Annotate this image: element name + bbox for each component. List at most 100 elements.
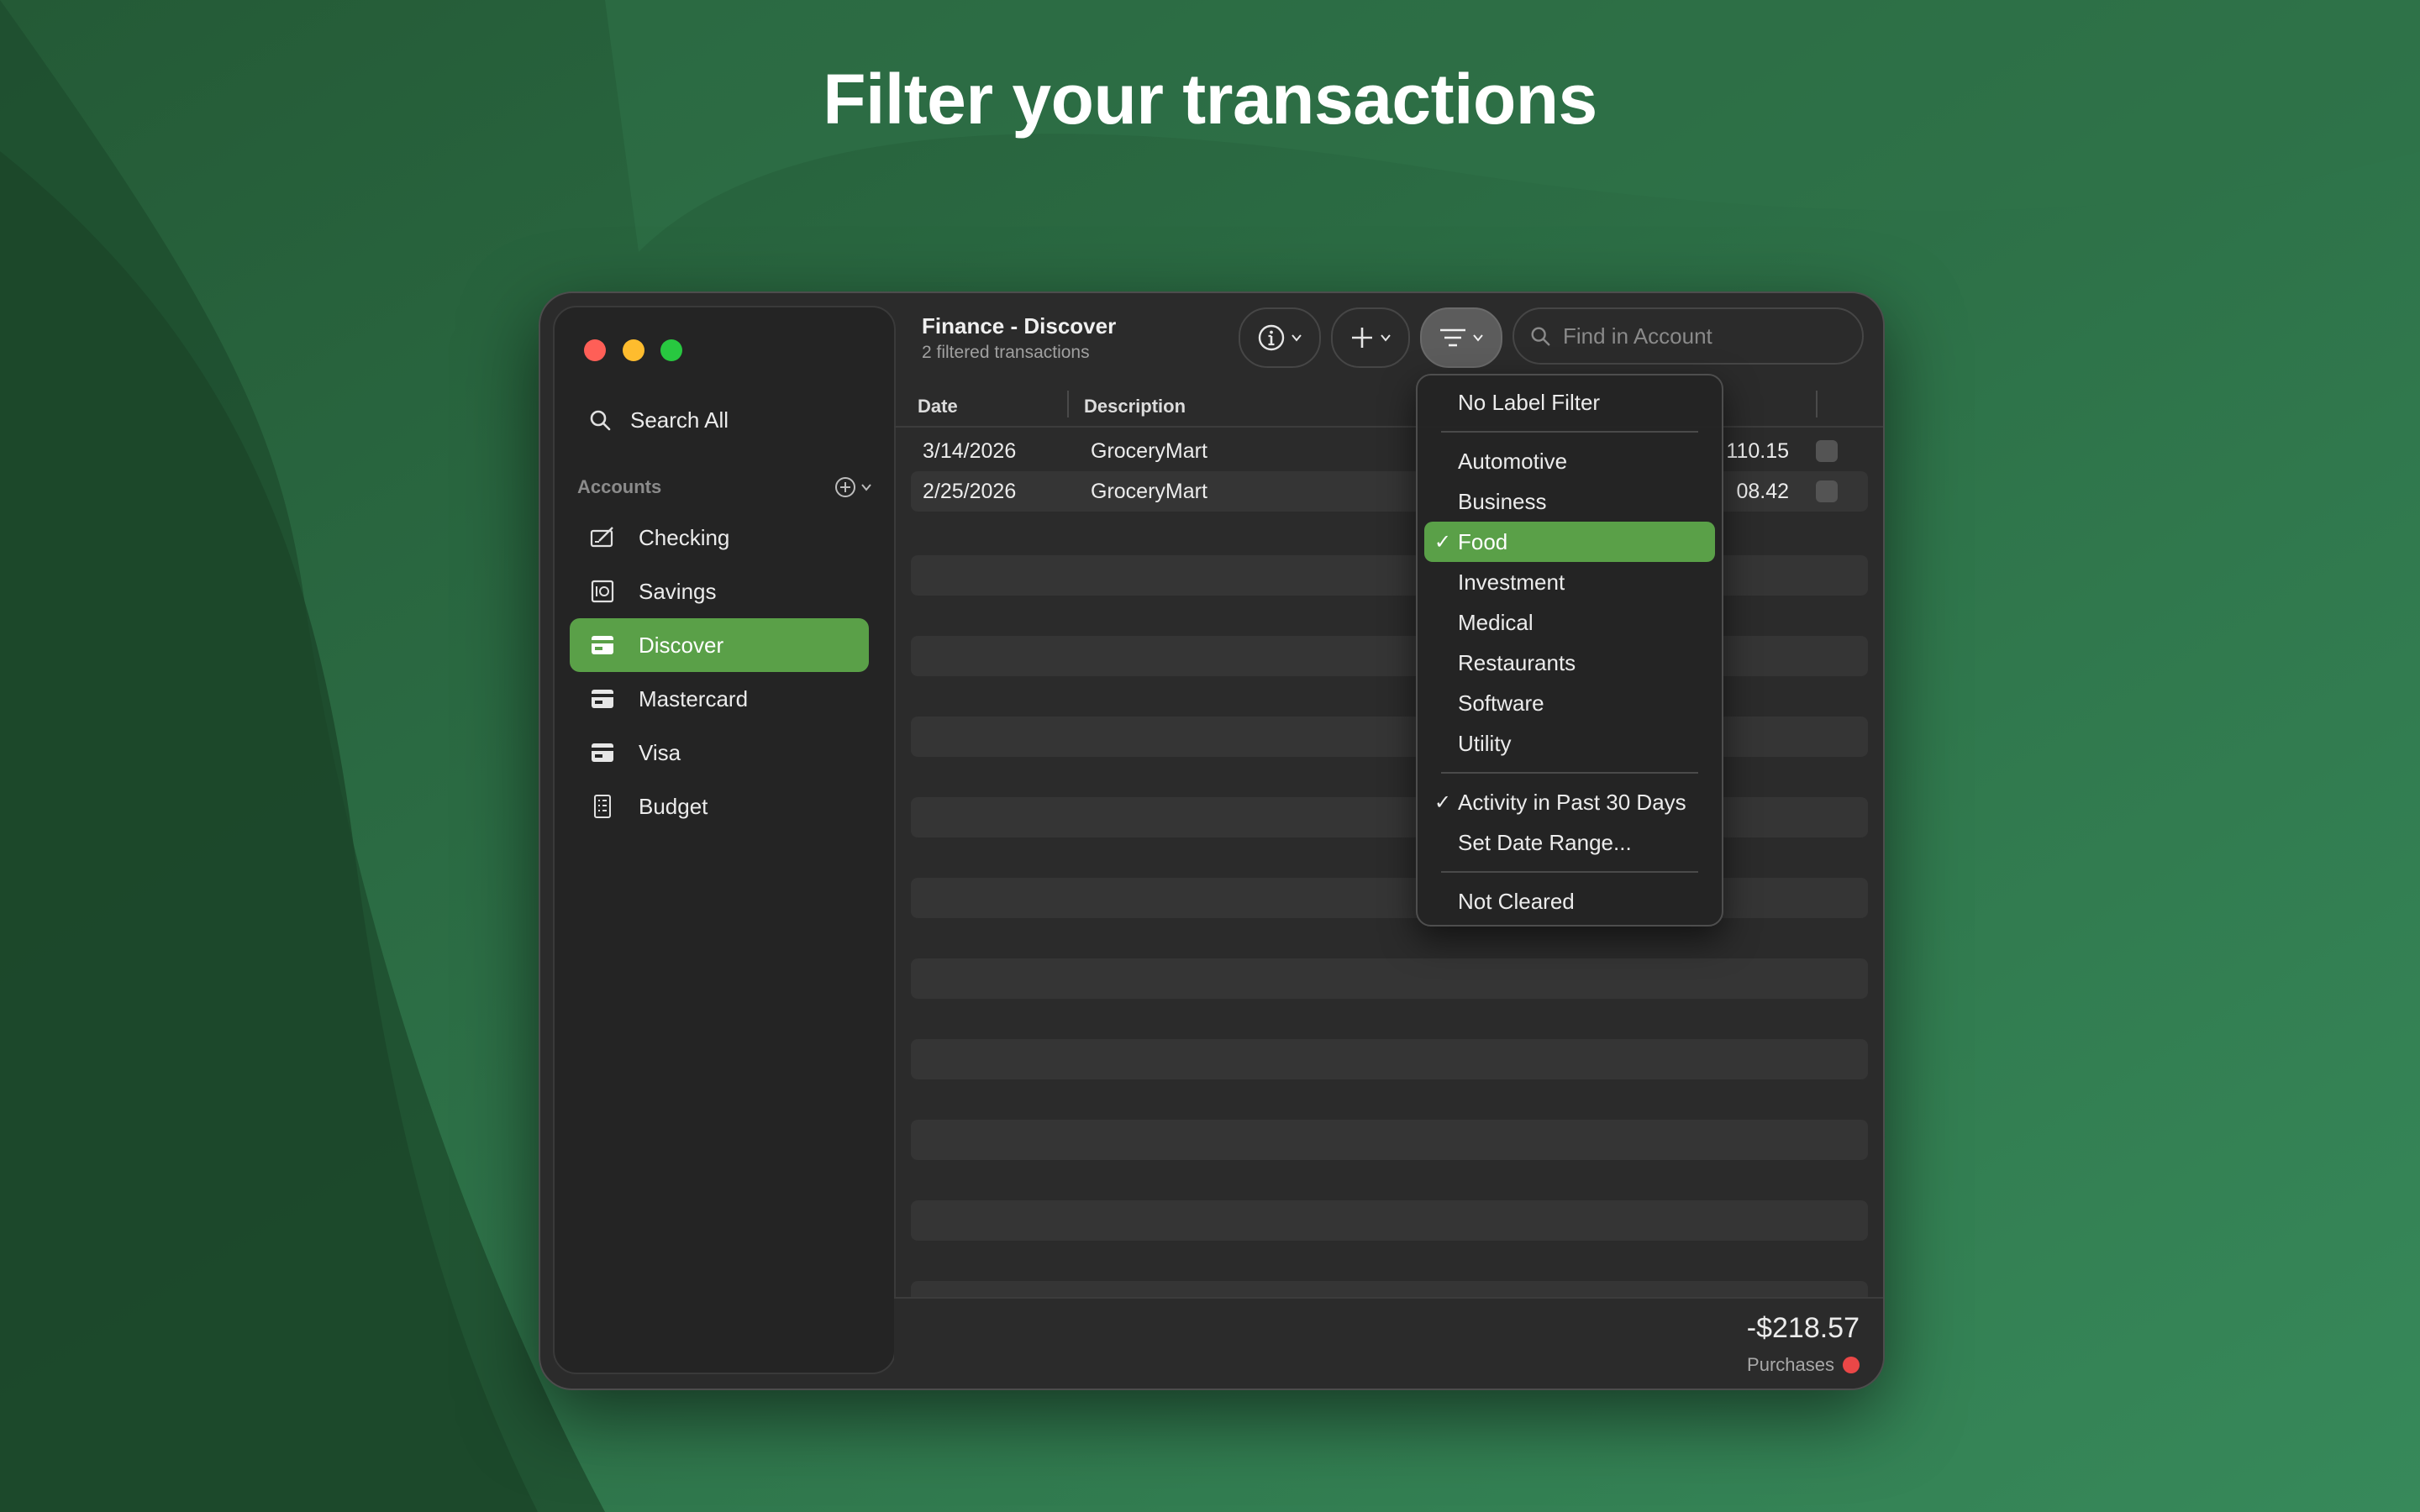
search-all-label: Search All [630, 407, 729, 433]
menu-item-activity-past-30-days[interactable]: ✓ Activity in Past 30 Days [1424, 782, 1715, 822]
menu-item-restaurants[interactable]: Restaurants [1424, 643, 1715, 683]
chevron-down-icon [1381, 334, 1391, 342]
search-icon [590, 410, 611, 431]
checkmark-icon: ✓ [1434, 790, 1451, 814]
column-header-date[interactable]: Date [918, 396, 958, 417]
sidebar-item-mastercard[interactable]: Mastercard [570, 672, 869, 726]
empty-row [911, 1200, 1868, 1241]
sidebar-item-label: Budget [639, 793, 708, 819]
menu-item-label: Automotive [1458, 448, 1568, 474]
cleared-checkbox[interactable] [1816, 440, 1838, 462]
sidebar-item-checking[interactable]: Checking [570, 511, 869, 564]
menu-item-label: Set Date Range... [1458, 829, 1632, 855]
filter-dropdown-menu: No Label Filter Automotive Business ✓ Fo… [1416, 374, 1723, 927]
menu-item-automotive[interactable]: Automotive [1424, 441, 1715, 481]
sidebar-item-budget[interactable]: Budget [570, 780, 869, 833]
sidebar-item-savings[interactable]: Savings [570, 564, 869, 618]
minimize-window-button[interactable] [623, 339, 644, 361]
menu-item-not-cleared[interactable]: Not Cleared [1424, 881, 1715, 921]
close-window-button[interactable] [584, 339, 606, 361]
account-list: Checking Savings Discover Mastercard Vis… [570, 511, 869, 833]
column-divider[interactable] [1067, 391, 1069, 417]
purchases-label: Purchases [1747, 1354, 1834, 1375]
menu-item-utility[interactable]: Utility [1424, 723, 1715, 764]
search-all-button[interactable]: Search All [588, 402, 865, 438]
menu-item-label: Food [1458, 528, 1508, 554]
menu-item-business[interactable]: Business [1424, 481, 1715, 522]
menu-item-food[interactable]: ✓ Food [1424, 522, 1715, 562]
plus-icon [1352, 328, 1372, 348]
menu-item-medical[interactable]: Medical [1424, 602, 1715, 643]
menu-item-label: Activity in Past 30 Days [1458, 789, 1686, 815]
menu-item-label: Restaurants [1458, 649, 1576, 675]
transaction-amount: 110.15 [1726, 439, 1789, 463]
add-transaction-button[interactable] [1331, 307, 1410, 368]
window-subtitle: 2 filtered transactions [922, 343, 1090, 362]
transaction-amount: 08.42 [1736, 480, 1789, 503]
transaction-description: GroceryMart [1091, 439, 1207, 463]
safe-icon [588, 577, 617, 606]
menu-item-software[interactable]: Software [1424, 683, 1715, 723]
chevron-down-icon [1473, 334, 1483, 342]
column-header-description[interactable]: Description [1084, 396, 1186, 417]
transaction-description: GroceryMart [1091, 480, 1207, 503]
table-row[interactable]: 3/14/2026 GroceryMart 110.15 [911, 431, 1868, 471]
cleared-checkbox[interactable] [1816, 480, 1838, 502]
menu-item-investment[interactable]: Investment [1424, 562, 1715, 602]
menu-item-label: Business [1458, 488, 1547, 514]
sidebar-item-label: Checking [639, 524, 730, 550]
accounts-header: Accounts [577, 470, 876, 504]
empty-row-stripes [911, 555, 1868, 1362]
info-menu-button[interactable] [1239, 307, 1321, 368]
zoom-window-button[interactable] [660, 339, 682, 361]
chevron-down-icon [861, 484, 871, 491]
table-header: Date Description [894, 386, 1883, 428]
total-amount: -$218.57 [1746, 1312, 1860, 1344]
menu-item-label: Not Cleared [1458, 888, 1575, 914]
sidebar-item-discover[interactable]: Discover [570, 618, 869, 672]
checkmark-icon: ✓ [1434, 530, 1451, 554]
total-label: Purchases [1747, 1354, 1860, 1376]
transaction-date: 2/25/2026 [923, 480, 1017, 503]
sidebar-item-visa[interactable]: Visa [570, 726, 869, 780]
empty-row [911, 555, 1868, 596]
credit-card-icon [588, 685, 617, 713]
empty-row [911, 1120, 1868, 1160]
window-title-block: Finance - Discover 2 filtered transactio… [922, 313, 1116, 363]
filter-menu-button[interactable] [1420, 307, 1502, 368]
info-icon [1258, 324, 1285, 351]
chevron-down-icon [1292, 334, 1302, 342]
transaction-list: 3/14/2026 GroceryMart 110.15 2/25/2026 G… [894, 431, 1883, 512]
search-placeholder: Find in Account [1563, 323, 1712, 349]
main-content: Finance - Discover 2 filtered transactio… [894, 293, 1883, 1389]
find-in-account-search-field[interactable]: Find in Account [1512, 307, 1864, 365]
sidebar-item-label: Savings [639, 578, 717, 604]
sidebar-item-label: Discover [639, 632, 724, 658]
menu-item-label: Investment [1458, 569, 1565, 595]
empty-row [911, 878, 1868, 918]
transaction-date: 3/14/2026 [923, 439, 1017, 463]
empty-row [911, 717, 1868, 757]
menu-item-set-date-range[interactable]: Set Date Range... [1424, 822, 1715, 863]
menu-separator [1441, 772, 1698, 774]
menu-item-label: Medical [1458, 609, 1534, 635]
add-account-button[interactable] [834, 475, 872, 499]
credit-card-icon [588, 631, 617, 659]
menu-item-label: Utility [1458, 730, 1512, 756]
empty-row [911, 797, 1868, 837]
status-dot [1843, 1357, 1860, 1373]
budget-sheet-icon [588, 792, 617, 821]
table-row[interactable]: 2/25/2026 GroceryMart 08.42 [911, 471, 1868, 512]
empty-row [911, 1039, 1868, 1079]
empty-row [911, 958, 1868, 999]
sidebar-item-label: Visa [639, 739, 681, 765]
search-icon [1531, 327, 1550, 346]
menu-item-label: Software [1458, 690, 1544, 716]
menu-separator [1441, 431, 1698, 433]
menu-item-no-label-filter[interactable]: No Label Filter [1424, 382, 1715, 423]
column-divider[interactable] [1816, 391, 1818, 417]
filter-lines-icon [1440, 328, 1465, 347]
plus-circle-icon [835, 477, 855, 497]
menu-item-label: No Label Filter [1458, 389, 1601, 415]
sidebar: Search All Accounts Checking Savings Dis… [553, 306, 896, 1374]
